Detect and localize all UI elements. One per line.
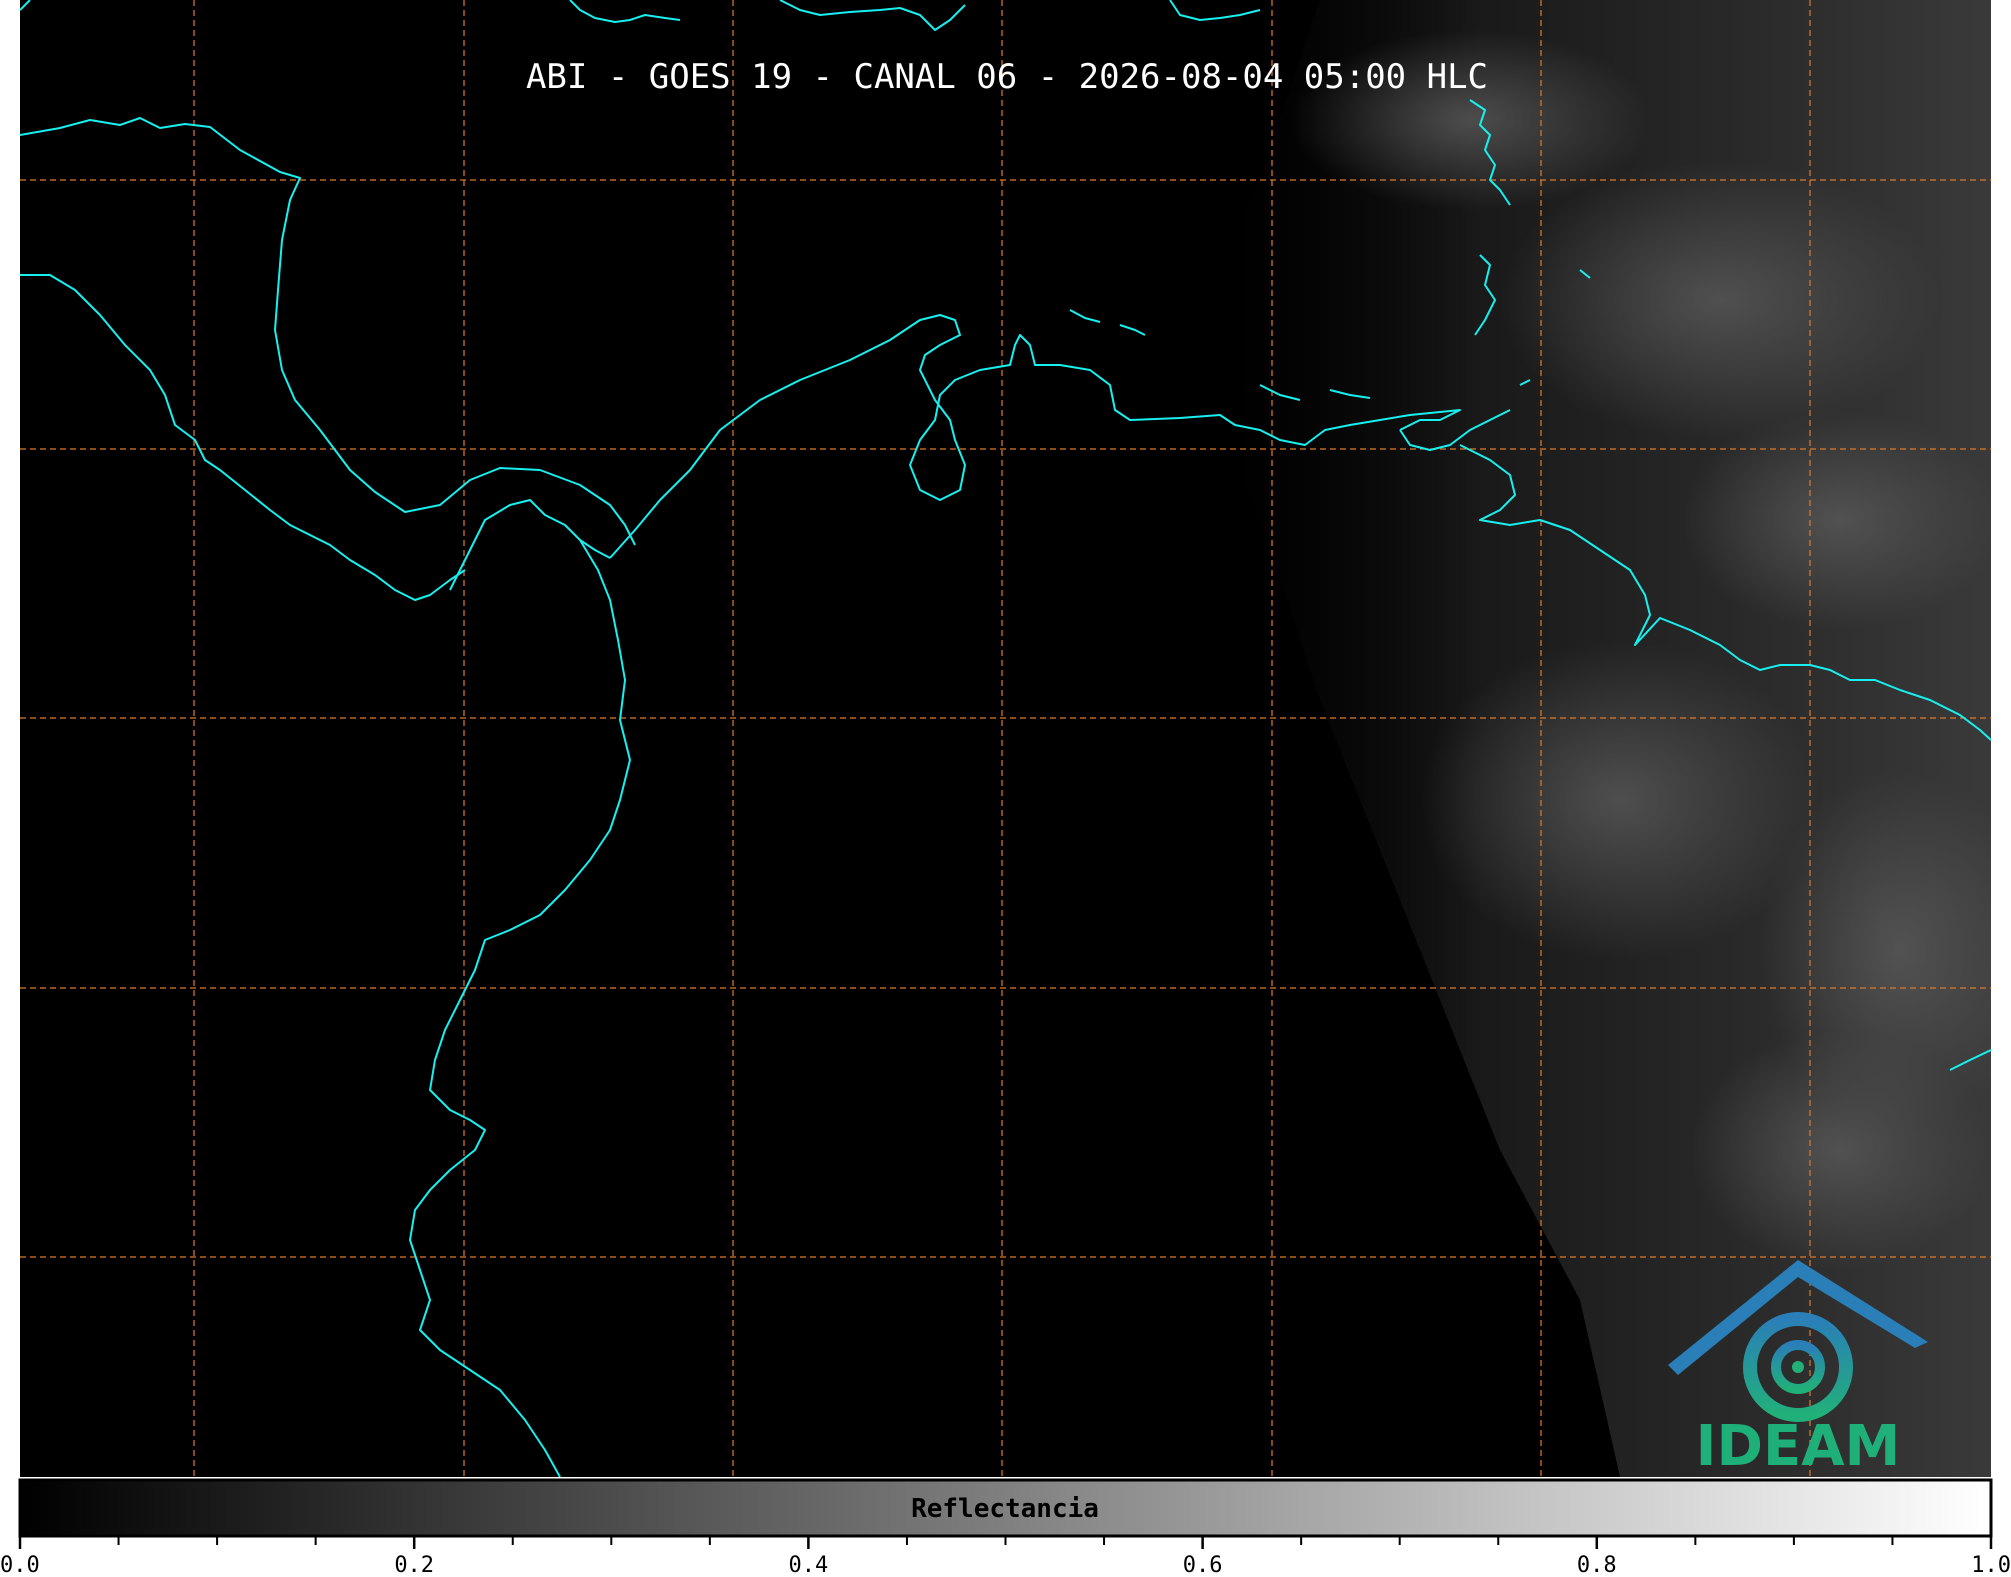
satellite-map: ABI - GOES 19 - CANAL 06 - 2026-08-04 05… <box>20 0 1991 1477</box>
coastline-aruba-curacao <box>1069 309 1146 336</box>
map-title: ABI - GOES 19 - CANAL 06 - 2026-08-04 05… <box>526 57 1488 97</box>
coastline-pacific-central-america <box>20 274 466 601</box>
colorbar-tick-label: 0.8 <box>1577 1553 1617 1577</box>
colorbar-tick-label: 0.2 <box>394 1553 434 1577</box>
coastline-central-america-caribbean <box>20 117 636 546</box>
satellite-image-figure: ABI - GOES 19 - CANAL 06 - 2026-08-04 05… <box>0 0 2011 1577</box>
colorbar-ticks: 0.0 0.2 0.4 0.6 0.8 1.0 <box>0 1536 2011 1577</box>
cloud-field <box>1200 0 1991 1477</box>
coastline-northern-islands-4 <box>20 0 31 11</box>
colorbar-tick-label: 0.4 <box>789 1553 829 1577</box>
colorbar: Reflectancia 0.0 0.2 0.4 0.6 0.8 1.0 <box>0 1477 2011 1577</box>
colorbar-label: Reflectancia <box>911 1494 1099 1524</box>
coastline-northern-islands-2 <box>779 0 966 31</box>
coastline-pacific-colombia <box>409 539 631 1477</box>
colorbar-tick-label: 0.0 <box>0 1553 40 1577</box>
coastline-panama-isthmus <box>449 499 611 591</box>
colorbar-canvas: Reflectancia 0.0 0.2 0.4 0.6 0.8 1.0 <box>0 1478 2011 1577</box>
colorbar-tick-label: 0.6 <box>1183 1553 1223 1577</box>
map-canvas: ABI - GOES 19 - CANAL 06 - 2026-08-04 05… <box>20 0 1991 1477</box>
coastline-northern-islands-1 <box>569 0 681 23</box>
logo-text: IDEAM <box>1696 1414 1901 1477</box>
colorbar-tick-label: 1.0 <box>1971 1553 2011 1577</box>
coastline-northern-islands-3 <box>1169 0 1261 21</box>
